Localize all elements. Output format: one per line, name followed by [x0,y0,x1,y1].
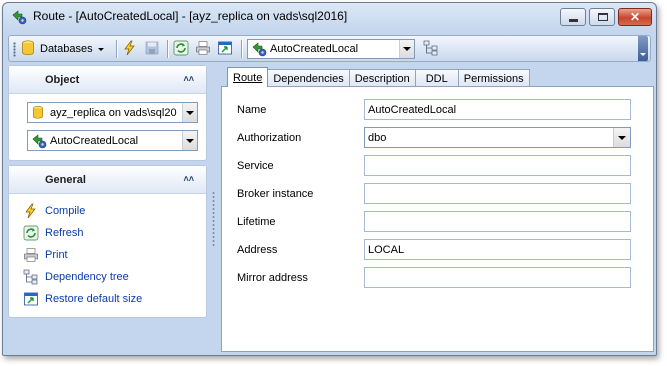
service-input[interactable] [364,155,631,176]
dependency-tree-icon [23,269,39,285]
chevron-down-icon[interactable] [182,103,197,122]
general-panel: General ˄˄ Compile Refresh Print Depende… [8,165,207,318]
object-panel-title: Object [45,74,80,86]
print-toolbar-button[interactable] [195,39,211,59]
lightning-icon [23,203,39,219]
name-input[interactable]: AutoCreatedLocal [364,99,631,120]
authorization-label: Authorization [237,132,302,144]
title-bar[interactable]: Route - [AutoCreatedLocal] - [ayz_replic… [3,3,656,31]
restore-default-size-link[interactable]: Restore default size [23,290,142,308]
tab-label: Route [233,71,263,84]
window-title: Route - [AutoCreatedLocal] - [ayz_replic… [33,9,348,23]
refresh-label: Refresh [45,227,84,239]
mirror-address-input[interactable] [364,267,631,288]
address-label: Address [237,244,278,256]
database-icon [21,39,35,59]
authorization-select[interactable]: dbo [364,127,631,148]
toolbar: Databases AutoCreatedLocal [8,35,651,62]
chevron-down-icon [97,47,104,51]
databases-button[interactable]: Databases [21,39,104,59]
compile-link[interactable]: Compile [23,202,85,220]
general-panel-header[interactable]: General ˄˄ [9,166,206,194]
collapse-icon[interactable]: ˄˄ [183,74,194,84]
dependency-tree-toolbar-button[interactable] [423,39,439,59]
route-icon [251,41,267,57]
lifetime-label: Lifetime [237,216,276,228]
object-selector-value: AutoCreatedLocal [270,43,359,55]
authorization-value: dbo [368,131,387,144]
print-icon [23,247,39,263]
close-icon: ✕ [629,10,641,24]
restore-size-icon [23,291,39,307]
object-selector[interactable]: AutoCreatedLocal [27,130,198,151]
databases-label: Databases [40,43,93,55]
tab-label: Permissions [463,72,524,85]
broker-instance-input[interactable] [364,183,631,204]
refresh-toolbar-button[interactable] [173,39,189,59]
tab-label: DDL [425,72,448,85]
route-icon [11,9,27,25]
mirror-address-label: Mirror address [237,272,308,284]
object-panel-header[interactable]: Object ˄˄ [9,66,206,94]
toolbar-separator [116,40,117,58]
route-tab-page: Name AutoCreatedLocal Authorization dbo … [221,86,654,352]
compile-toolbar-button[interactable] [122,39,138,59]
toolbar-separator [167,40,168,58]
chevron-down-icon[interactable] [399,40,414,58]
route-icon [31,133,47,149]
restore-size-toolbar-button[interactable] [217,39,233,59]
address-input[interactable]: LOCAL [364,239,631,260]
save-toolbar-button[interactable] [144,39,160,59]
collapse-icon[interactable]: ˄˄ [183,174,194,184]
dependency-tree-label: Dependency tree [45,271,129,283]
tab-route[interactable]: Route [227,67,269,87]
lightning-compile-icon [122,40,138,59]
lifetime-input[interactable] [364,211,631,232]
toolbar-overflow-icon[interactable] [638,36,648,61]
broker-instance-label: Broker instance [237,188,314,200]
maximize-icon [598,13,608,21]
close-button[interactable]: ✕ [618,8,652,26]
print-label: Print [45,249,68,261]
chevron-down-icon[interactable] [182,131,197,150]
database-selector-value: ayz_replica on vads\sql20 [50,106,177,119]
route-editor-window: Route - [AutoCreatedLocal] - [ayz_replic… [2,2,657,356]
print-icon [195,40,211,59]
refresh-icon [173,40,189,59]
save-icon [144,40,160,59]
compile-label: Compile [45,205,86,217]
chevron-down-icon[interactable] [613,128,630,147]
tab-description[interactable]: Description [348,69,416,87]
sidebar: Object ˄˄ ayz_replica on vads\sql20 Auto… [8,65,207,319]
database-icon [32,105,44,120]
object-selector-value: AutoCreatedLocal [50,134,139,147]
restore-size-icon [217,40,233,59]
name-label: Name [237,104,267,116]
restore-default-size-label: Restore default size [45,293,143,305]
print-link[interactable]: Print [23,246,68,264]
dependency-tree-link[interactable]: Dependency tree [23,268,129,286]
editor-pane: Route Dependencies Description DDL Permi… [221,65,654,352]
maximize-button[interactable] [589,8,615,26]
general-panel-title: General [45,174,86,186]
database-selector[interactable]: ayz_replica on vads\sql20 [27,102,198,123]
refresh-link[interactable]: Refresh [23,224,84,242]
service-label: Service [237,160,274,172]
tab-strip: Route Dependencies Description DDL Permi… [227,67,530,87]
toolbar-grip[interactable] [13,42,16,57]
pane-splitter[interactable] [211,191,216,247]
refresh-icon [23,225,39,241]
tab-ddl[interactable]: DDL [414,69,459,87]
minimize-button[interactable] [560,8,586,26]
tab-permissions[interactable]: Permissions [457,69,530,87]
toolbar-separator [241,40,242,58]
object-panel: Object ˄˄ ayz_replica on vads\sql20 Auto… [8,65,207,161]
dependency-tree-icon [423,40,439,59]
tab-label: Dependencies [273,72,344,85]
tab-dependencies[interactable]: Dependencies [267,69,350,87]
tab-label: Description [354,72,410,85]
object-selector-combo[interactable]: AutoCreatedLocal [247,39,415,59]
minimize-icon [569,19,578,22]
